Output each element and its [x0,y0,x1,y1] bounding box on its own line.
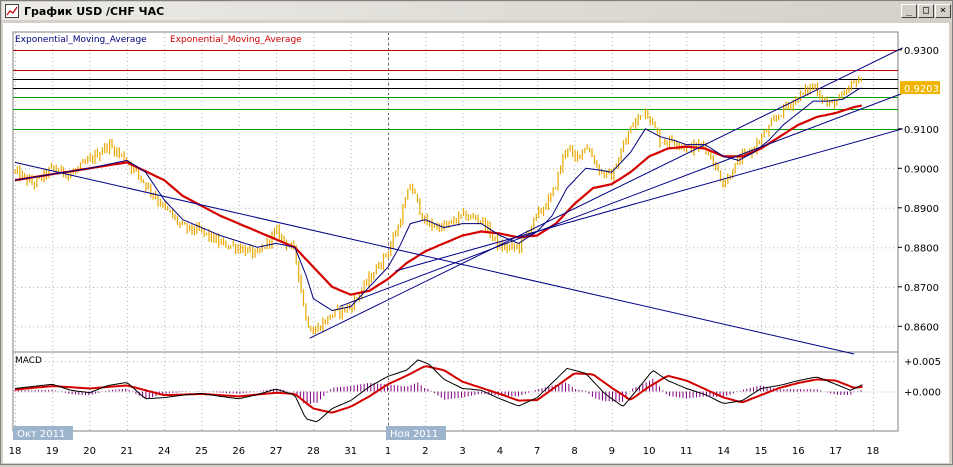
x-tick-label: 14 [717,446,730,457]
ema-series [14,87,862,311]
grid-layer [13,33,898,431]
x-tick-label: 24 [158,446,171,457]
close-button[interactable]: × [935,4,951,18]
axis-labels: 0.9300 0.9100 0.9000 0.8900 0.8800 0.8700 0.86… [9,46,941,457]
macd-title: MACD [15,356,42,366]
macd-signal-line [14,365,863,414]
y-tick-label: 0.8800 [904,243,939,254]
x-tick-label: 2 [422,446,428,457]
chart-svg: 0.9300 0.9100 0.9000 0.8900 0.8800 0.8700 0.86… [9,31,941,457]
x-tick-label: 10 [643,446,656,457]
x-tick-label: 3 [459,446,465,457]
x-tick-label: 27 [270,446,283,457]
x-tick-label: 31 [344,446,357,457]
x-tick-label: 25 [195,446,208,457]
y-tick-label: 0.9100 [904,125,939,136]
trendlines [14,47,903,355]
month-label: Ноя 2011 [390,429,438,440]
x-tick-label: 1 [385,446,391,457]
x-tick-label: 20 [83,446,96,457]
trendline-1 [14,161,855,355]
window-title: График USD /CHF ЧАС [24,5,165,18]
x-tick-label: 26 [232,446,245,457]
x-tick-label: 18 [867,446,880,457]
chart-window: График USD /CHF ЧАС _ □ × 0.9300 0.9100 0.… [0,0,953,465]
macd-y-tick-label: +0.000 [904,388,941,399]
x-tick-label: 9 [609,446,615,457]
y-tick-label: 0.8600 [904,322,939,333]
y-tick-label: 0.9000 [904,164,939,175]
trendline-2 [309,47,903,339]
x-tick-label: 17 [829,446,842,457]
ema-fast-label: Exponential_Moving_Average [15,35,147,45]
ema-slow-label: Exponential_Moving_Average [170,35,302,45]
maximize-button[interactable]: □ [918,4,934,18]
trendline-3 [339,92,903,308]
x-tick-label: 28 [307,446,320,457]
month-label: Окт 2011 [17,429,65,440]
price-series [14,75,862,335]
x-tick-label: 8 [571,446,577,457]
x-tick-label: 11 [680,446,693,457]
x-tick-label: 16 [792,446,805,457]
y-tick-label: 0.9300 [904,46,939,57]
current-price-label: 0.9203 [904,84,939,95]
x-tick-label: 4 [497,446,503,457]
macd-y-tick-label: +0.005 [904,357,941,368]
price-bars [14,75,862,335]
x-tick-label: 7 [534,446,540,457]
chart-app-icon [5,4,19,18]
horizontal-levels [13,50,898,130]
macd-series [14,359,863,423]
minimize-button[interactable]: _ [901,4,917,18]
y-tick-label: 0.8900 [904,204,939,215]
x-tick-label: 15 [755,446,768,457]
y-tick-label: 0.8700 [904,283,939,294]
ema-fast-line [14,87,862,311]
ema-slow-line [14,104,862,296]
chart-area[interactable]: 0.9300 0.9100 0.9000 0.8900 0.8800 0.8700 0.86… [3,23,949,463]
title-bar[interactable]: График USD /CHF ЧАС _ □ × [2,2,951,20]
x-tick-label: 19 [46,446,59,457]
x-tick-label: 21 [121,446,134,457]
x-tick-label: 18 [9,446,22,457]
